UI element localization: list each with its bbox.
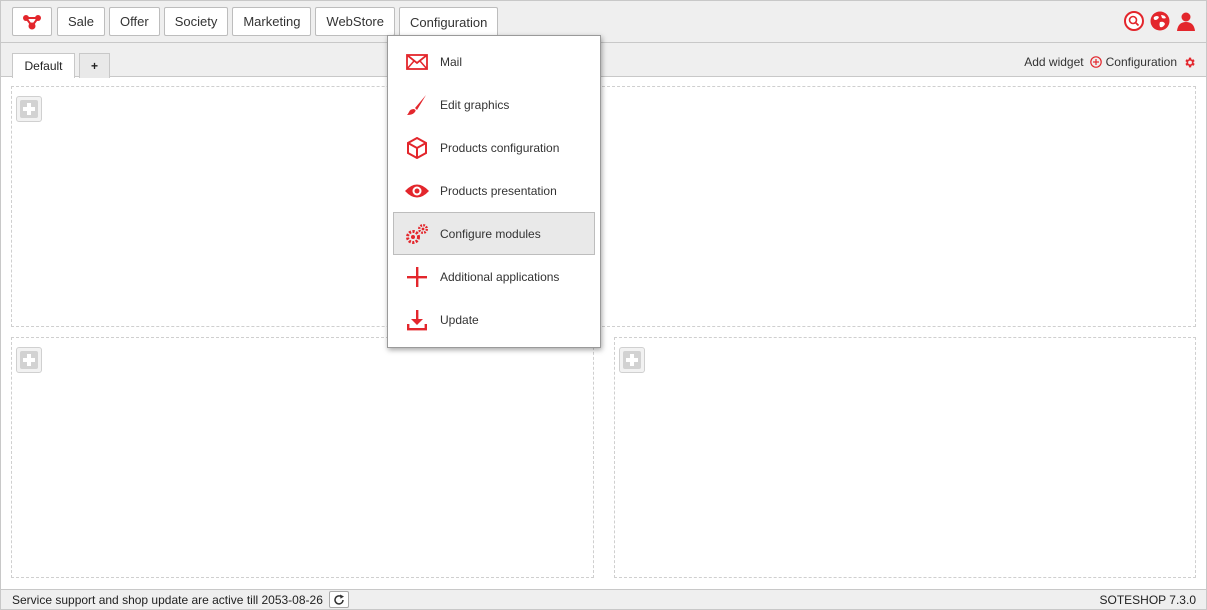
gears-icon	[402, 223, 432, 245]
globe-icon[interactable]	[1149, 10, 1171, 32]
add-widget-button[interactable]	[16, 347, 42, 373]
menu-item-configure-modules[interactable]: Configure modules	[393, 212, 595, 255]
plus-square-icon	[623, 351, 641, 369]
add-widget-label: Add widget	[1024, 55, 1084, 69]
envelope-icon	[402, 53, 432, 70]
menu-item-label: Mail	[440, 54, 463, 69]
nav-society[interactable]: Society	[163, 7, 229, 36]
tab-default[interactable]: Default	[12, 53, 75, 78]
plus-icon	[402, 266, 432, 288]
menu-item-products-configuration[interactable]: Products configuration	[393, 126, 595, 169]
configuration-dropdown: Mail Edit graphics Products configuratio…	[387, 35, 601, 348]
configuration-label: Configuration	[1105, 55, 1177, 69]
logo-button[interactable]	[12, 7, 52, 36]
menu-item-update[interactable]: Update	[393, 298, 595, 341]
menu-item-label: Additional applications	[440, 269, 560, 284]
menu-item-label: Edit graphics	[440, 97, 510, 112]
plus-square-icon	[20, 100, 38, 118]
plus-square-icon	[20, 351, 38, 369]
widget-panel-bottom-left	[11, 337, 594, 578]
app-window: Sale Offer Society Marketing WebStore Co…	[0, 0, 1207, 610]
add-widget-link[interactable]: Add widget	[1024, 55, 1083, 69]
widget-panel-bottom-right	[614, 337, 1196, 578]
support-status-text: Service support and shop update are acti…	[12, 592, 323, 607]
version-label: SOTESHOP 7.3.0	[1099, 593, 1197, 607]
eye-icon	[402, 183, 432, 199]
menu-item-products-presentation[interactable]: Products presentation	[393, 169, 595, 212]
tab-add-button[interactable]: +	[79, 53, 110, 78]
menu-item-label: Products presentation	[440, 183, 557, 198]
nav-marketing[interactable]: Marketing	[232, 7, 312, 36]
nav-sale[interactable]: Sale	[57, 7, 106, 36]
status-bar: Service support and shop update are acti…	[1, 589, 1206, 609]
box-icon	[402, 136, 432, 159]
widget-panel-top	[11, 86, 1196, 327]
refresh-button[interactable]	[328, 591, 349, 608]
menu-item-mail[interactable]: Mail	[393, 40, 595, 83]
search-icon[interactable]	[1123, 10, 1145, 32]
dashboard-toolbar: Add widget Configuration	[1024, 55, 1196, 69]
dashboard-tabstrip: Default + Add widget Configuration	[1, 43, 1206, 78]
gear-icon[interactable]	[1183, 56, 1196, 69]
circle-plus-icon	[1089, 56, 1102, 68]
menu-item-edit-graphics[interactable]: Edit graphics	[393, 83, 595, 126]
nav-offer[interactable]: Offer	[109, 7, 160, 36]
download-icon	[402, 309, 432, 331]
configuration-link[interactable]: Configuration	[1089, 55, 1177, 69]
soteshop-logo-icon	[23, 14, 41, 29]
menu-item-additional-applications[interactable]: Additional applications	[393, 255, 595, 298]
top-icons	[1123, 10, 1197, 32]
brush-icon	[402, 94, 432, 116]
add-widget-button[interactable]	[619, 347, 645, 373]
add-widget-button[interactable]	[16, 96, 42, 122]
menu-item-label: Products configuration	[440, 140, 560, 155]
user-icon[interactable]	[1175, 10, 1197, 32]
top-bar: Sale Offer Society Marketing WebStore Co…	[1, 1, 1206, 44]
refresh-icon	[334, 594, 344, 605]
menu-item-label: Update	[440, 312, 479, 327]
nav-webstore[interactable]: WebStore	[315, 7, 395, 36]
menu-item-label: Configure modules	[440, 226, 541, 241]
